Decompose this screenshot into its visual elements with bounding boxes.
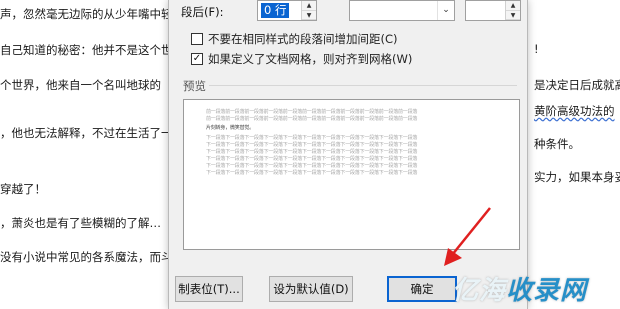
line-spacing-value-stepper[interactable]: ▲ ▼ xyxy=(465,0,521,21)
line-spacing-select[interactable]: ⌄ xyxy=(349,0,455,21)
doc-line: 种条件。 xyxy=(534,137,580,151)
stepper-arrows[interactable]: ▲ ▼ xyxy=(505,1,520,20)
no-space-same-style-checkbox[interactable]: 不要在相同样式的段落间增加间距(C) xyxy=(191,31,398,47)
doc-line: 是决定日后成就高 xyxy=(534,78,620,92)
red-arrow-icon xyxy=(444,207,491,266)
preview-next-line: 下一段落下一段落下一段落下一段落下一段落下一段落下一段落下一段落下一段落下一段落… xyxy=(206,135,418,141)
doc-line: ，他也无法解释，不过在生活了一 xyxy=(0,126,173,140)
checkbox-label: 不要在相同样式的段落间增加间距(C) xyxy=(208,32,398,46)
doc-line: ! xyxy=(534,42,539,56)
preview-sample-line: 片刻转身，微笑替觉。 xyxy=(206,125,255,131)
preview-next-line: 下一段落下一段落下一段落下一段落下一段落下一段落下一段落下一段落下一段落下一段落… xyxy=(206,170,418,176)
doc-line: 没有小说中常见的各系魔法，而斗 xyxy=(0,250,173,264)
divider xyxy=(209,85,517,86)
stepper-down-icon[interactable]: ▼ xyxy=(302,10,316,20)
preview-title: 预览 xyxy=(183,79,206,93)
doc-line: 黄阶高级功法的 xyxy=(534,104,615,118)
preview-prev-line: 前一段落前一段落前一段落前一段落前一段落前一段落前一段落前一段落前一段落前一段落… xyxy=(206,109,418,115)
after-spacing-label: 段后(F): xyxy=(181,5,224,19)
ok-button[interactable]: 确定 xyxy=(387,276,457,302)
checkbox-label: 如果定义了文档网格，则对齐到网格(W) xyxy=(208,52,413,66)
stepper-down-icon[interactable]: ▼ xyxy=(506,10,520,20)
after-spacing-value[interactable]: 0 行 xyxy=(261,3,290,18)
stepper-up-icon[interactable]: ▲ xyxy=(302,1,316,11)
preview-next-line: 下一段落下一段落下一段落下一段落下一段落下一段落下一段落下一段落下一段落下一段落… xyxy=(206,156,418,162)
preview-next-line: 下一段落下一段落下一段落下一段落下一段落下一段落下一段落下一段落下一段落下一段落… xyxy=(206,149,418,155)
watermark-logo: 亿海收录网 xyxy=(452,276,588,306)
doc-line: 自己知道的秘密：他并不是这个世 xyxy=(0,43,173,57)
stepper-up-icon[interactable]: ▲ xyxy=(506,1,520,11)
doc-line: 个世界，他来自一个名叫地球的 xyxy=(0,78,161,92)
doc-line: 实力，如果本身妥 xyxy=(534,170,620,184)
snap-to-grid-checkbox[interactable]: ✓ 如果定义了文档网格，则对齐到网格(W) xyxy=(191,51,412,67)
tabs-button[interactable]: 制表位(T)... xyxy=(175,276,243,302)
preview-prev-line: 前一段落前一段落前一段落前一段落前一段落前一段落前一段落前一段落前一段落前一段落… xyxy=(206,116,418,122)
chevron-down-icon[interactable]: ⌄ xyxy=(437,1,454,20)
stepper-arrows[interactable]: ▲ ▼ xyxy=(301,1,316,20)
checkmark-icon[interactable]: ✓ xyxy=(191,53,203,65)
preview-next-line: 下一段落下一段落下一段落下一段落下一段落下一段落下一段落下一段落下一段落下一段落… xyxy=(206,163,418,169)
set-default-button[interactable]: 设为默认值(D) xyxy=(269,276,353,302)
doc-line: 穿越了！ xyxy=(0,182,46,196)
preview-next-line: 下一段落下一段落下一段落下一段落下一段落下一段落下一段落下一段落下一段落下一段落… xyxy=(206,142,418,148)
after-spacing-stepper[interactable]: 0 行 ▲ ▼ xyxy=(257,0,317,21)
checkbox-unchecked[interactable] xyxy=(191,33,203,45)
doc-line: 声，忽然毫无边际的从少年嘴中轻 xyxy=(0,7,173,21)
doc-line: ，萧炎也是有了些模糊的了解… xyxy=(0,216,161,230)
